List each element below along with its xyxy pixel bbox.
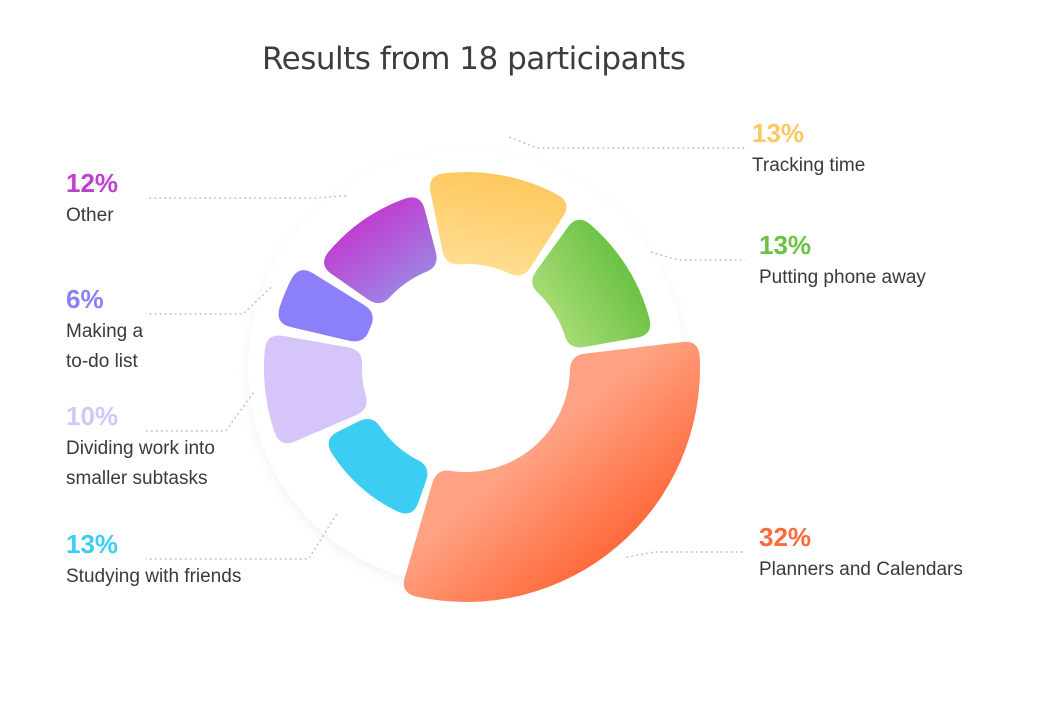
label-pct-tracking-time: 13% — [752, 118, 805, 148]
label-studying-with-friends: 13% Studying with friends — [66, 529, 306, 592]
leader-line-putting-phone-away — [650, 251, 745, 261]
label-pct-making-a-to-do-list: 6% — [66, 284, 104, 314]
label-pct-putting-phone-away: 13% — [759, 230, 812, 260]
label-pct-other: 12% — [66, 168, 119, 198]
label-text-putting-phone-away: Putting phone away — [759, 267, 926, 288]
label-dividing-work-into-smaller-subtasks: 10% Dividing work into smaller subtasks — [66, 401, 306, 494]
label-text-planners-and-calendars: Planners and Calendars — [759, 559, 963, 580]
label-text-tracking-time: Tracking time — [752, 155, 866, 176]
label-planners-and-calendars: 32% Planners and Calendars — [759, 522, 999, 585]
label-pct-dividing-work-into-smaller-subtasks: 10% — [66, 401, 119, 431]
label-putting-phone-away: 13% Putting phone away — [759, 230, 999, 293]
label-pct-planners-and-calendars: 32% — [759, 522, 812, 552]
label-text-studying-with-friends: Studying with friends — [66, 566, 242, 587]
label-other: 12% Other — [66, 168, 306, 231]
label-text-making-a-to-do-list: Making a to-do list — [66, 321, 144, 372]
label-making-a-to-do-list: 6% Making a to-do list — [66, 284, 306, 377]
leader-line-planners-and-calendars — [626, 551, 745, 558]
label-pct-studying-with-friends: 13% — [66, 529, 119, 559]
label-text-dividing-work-into-smaller-subtasks: Dividing work into smaller subtasks — [66, 438, 215, 489]
label-tracking-time: 13% Tracking time — [752, 118, 992, 181]
leader-line-tracking-time — [509, 136, 745, 149]
label-text-other: Other — [66, 205, 114, 226]
